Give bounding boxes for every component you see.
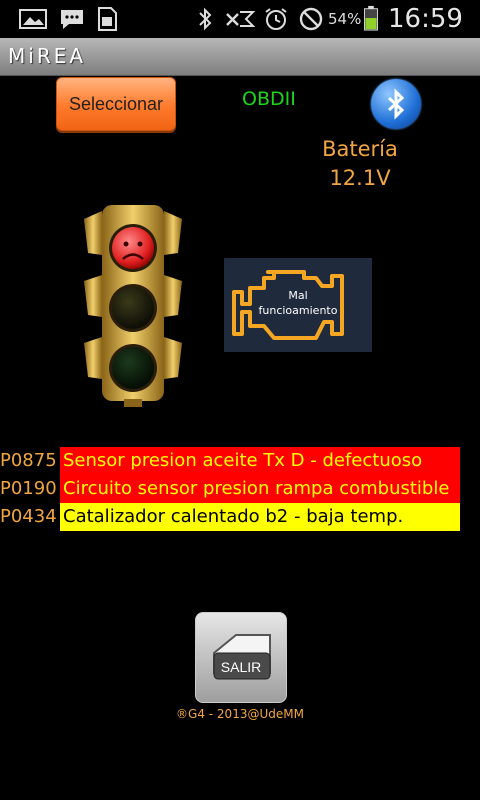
select-button-label: Seleccionar <box>68 93 164 114</box>
exit-door-icon <box>213 634 271 680</box>
check-engine-indicator: Mal funcioamiento <box>224 258 372 352</box>
app-bar: MiREA <box>0 38 480 76</box>
fault-code: P0190 <box>0 478 57 499</box>
fault-codes-list: P0875 Sensor presion aceite Tx D - defec… <box>0 447 480 531</box>
exit-button-label: SALIR <box>220 659 262 675</box>
fault-description: Circuito sensor presion rampa combustibl… <box>60 475 460 503</box>
clock: 16:59 <box>388 4 463 34</box>
list-item: P0190 Circuito sensor presion rampa comb… <box>0 475 480 503</box>
app-title: MiREA <box>8 44 87 68</box>
select-button[interactable]: Seleccionar <box>56 77 176 131</box>
battery-icon <box>364 5 378 31</box>
fault-description: Sensor presion aceite Tx D - defectuoso <box>60 447 460 475</box>
signal-off-icon <box>226 11 256 27</box>
battery-voltage: 12.1V <box>329 166 391 190</box>
list-item: P0434 Catalizador calentado b2 - baja te… <box>0 503 480 531</box>
alarm-icon <box>265 8 287 30</box>
engine-text-line1: Mal <box>288 289 308 302</box>
no-sim-icon <box>299 7 323 31</box>
bluetooth-button[interactable] <box>371 79 421 129</box>
list-item: P0875 Sensor presion aceite Tx D - defec… <box>0 447 480 475</box>
fault-code: P0875 <box>0 450 57 471</box>
footer-credit: ®G4 - 2013@UdeMM <box>176 707 304 721</box>
battery-info: Batería 12.1V <box>300 135 420 193</box>
engine-text-line2: funcioamiento <box>258 304 338 317</box>
bluetooth-icon <box>199 7 212 31</box>
traffic-light-icon <box>84 205 182 407</box>
battery-percent: 54% <box>328 10 362 28</box>
sim-icon <box>98 7 117 31</box>
messenger-icon <box>61 10 83 29</box>
obd-label: OBDII <box>242 88 296 110</box>
exit-button[interactable]: SALIR <box>195 612 287 703</box>
fault-code: P0434 <box>0 506 57 527</box>
status-bar: 54% 16:59 <box>0 0 480 38</box>
battery-label: Batería <box>322 137 398 161</box>
fault-description: Catalizador calentado b2 - baja temp. <box>60 503 460 531</box>
bluetooth-icon <box>387 88 405 120</box>
gallery-icon <box>19 9 47 29</box>
